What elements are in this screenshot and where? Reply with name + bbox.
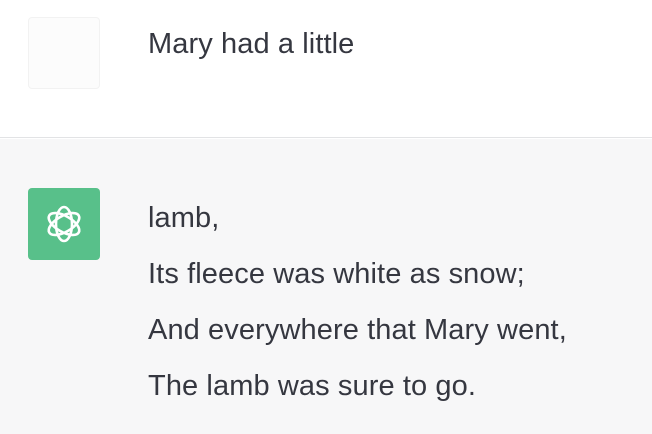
assistant-line-3: And everywhere that Mary went, bbox=[148, 314, 567, 346]
user-message-text: Mary had a little bbox=[148, 16, 354, 72]
assistant-line-1: lamb, bbox=[148, 202, 220, 234]
user-avatar bbox=[28, 17, 100, 89]
assistant-line-4: The lamb was sure to go. bbox=[148, 370, 476, 402]
assistant-message-text: lamb, Its fleece was white as snow; And … bbox=[148, 190, 567, 414]
openai-logo-icon bbox=[47, 205, 81, 243]
assistant-line-2: Its fleece was white as snow; bbox=[148, 258, 525, 290]
user-message-row: Mary had a little bbox=[0, 0, 652, 138]
assistant-message-row: lamb, Its fleece was white as snow; And … bbox=[0, 139, 652, 434]
user-message-line: Mary had a little bbox=[148, 28, 355, 60]
assistant-avatar bbox=[28, 188, 100, 260]
chat-thread: Mary had a little lamb, Its fleece was w… bbox=[0, 0, 652, 434]
